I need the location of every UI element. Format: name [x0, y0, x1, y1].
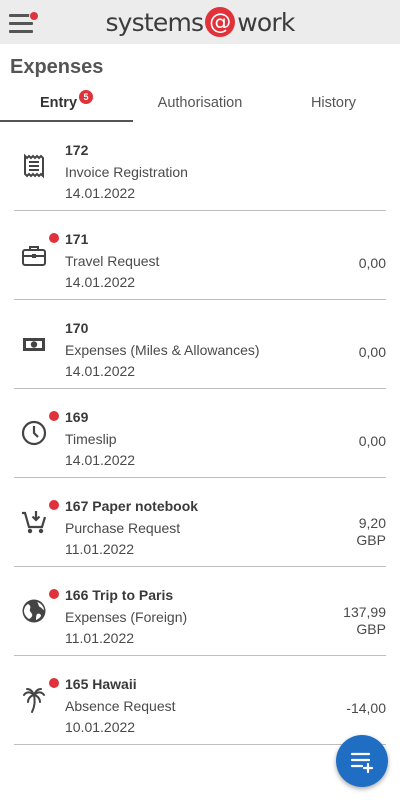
- item-title: 170: [65, 320, 89, 336]
- item-type: Purchase Request: [65, 520, 181, 536]
- item-type: Timeslip: [65, 431, 117, 447]
- tab-count-badge: 5: [79, 90, 94, 104]
- item-currency: GBP: [356, 532, 386, 548]
- unread-dot: [49, 411, 59, 421]
- item-title: 167 Paper notebook: [65, 498, 199, 514]
- tab-label: Entry: [39, 95, 78, 111]
- palm-tree-icon: [20, 686, 48, 714]
- item-title: 172: [65, 142, 89, 158]
- tab-entry[interactable]: Entry 5: [0, 88, 133, 122]
- logo-at-icon: @: [205, 7, 236, 37]
- item-date: 10.01.2022: [65, 719, 136, 735]
- clock-icon: [20, 419, 48, 447]
- list-item[interactable]: 166 Trip to Paris Expenses (Foreign) 11.…: [0, 567, 400, 656]
- add-list-icon: [350, 752, 374, 774]
- top-app-bar: systems @ work: [0, 0, 400, 44]
- item-title: 169: [65, 409, 89, 425]
- item-date: 11.01.2022: [65, 541, 135, 557]
- item-amount: 0,00: [358, 433, 386, 449]
- item-currency: GBP: [356, 621, 386, 637]
- unread-dot: [49, 500, 59, 510]
- tab-label: Authorisation: [157, 95, 243, 111]
- item-date: 11.01.2022: [65, 630, 135, 646]
- receipt-icon: [20, 152, 48, 180]
- list-item[interactable]: 165 Hawaii Absence Request 10.01.2022 -1…: [0, 656, 400, 745]
- expense-list: 172 Invoice Registration 14.01.2022 171 …: [0, 122, 400, 745]
- page-title: Expenses: [10, 56, 104, 78]
- item-amount: 137,99 GBP: [343, 604, 386, 637]
- globe-icon: [20, 597, 48, 625]
- unread-dot: [49, 589, 59, 599]
- unread-dot: [49, 678, 59, 688]
- item-title: 171: [65, 231, 89, 247]
- item-title: 165 Hawaii: [65, 676, 137, 692]
- banknote-icon: [20, 330, 48, 358]
- item-amount: 9,20 GBP: [356, 515, 386, 548]
- item-amount: 0,00: [358, 255, 386, 271]
- tab-authorisation[interactable]: Authorisation: [133, 88, 267, 122]
- item-date: 14.01.2022: [65, 274, 136, 290]
- item-type: Expenses (Miles & Allowances): [65, 342, 260, 358]
- item-date: 14.01.2022: [65, 363, 136, 379]
- item-date: 14.01.2022: [65, 185, 136, 201]
- list-item[interactable]: 167 Paper notebook Purchase Request 11.0…: [0, 478, 400, 567]
- item-date: 14.01.2022: [65, 452, 136, 468]
- tab-bar: Entry 5 Authorisation History: [0, 88, 400, 122]
- item-type: Absence Request: [65, 698, 176, 714]
- list-item[interactable]: 169 Timeslip 14.01.2022 0,00: [0, 389, 400, 478]
- item-type: Expenses (Foreign): [65, 609, 188, 625]
- briefcase-icon: [20, 241, 48, 269]
- list-item[interactable]: 170 Expenses (Miles & Allowances) 14.01.…: [0, 300, 400, 389]
- item-amount: 0,00: [358, 344, 386, 360]
- list-item[interactable]: 172 Invoice Registration 14.01.2022: [0, 122, 400, 211]
- item-type: Invoice Registration: [65, 164, 188, 180]
- item-amount: -14,00: [346, 700, 386, 716]
- item-title: 166 Trip to Paris: [65, 587, 174, 603]
- list-item[interactable]: 171 Travel Request 14.01.2022 0,00: [0, 211, 400, 300]
- new-entry-fab[interactable]: [336, 735, 388, 787]
- tab-history[interactable]: History: [267, 88, 400, 122]
- tab-label: History: [310, 95, 357, 111]
- item-type: Travel Request: [65, 253, 160, 269]
- divider: [14, 744, 386, 745]
- unread-dot: [49, 233, 59, 243]
- shopping-cart-icon: [20, 508, 48, 536]
- app-logo: systems @ work: [105, 7, 295, 37]
